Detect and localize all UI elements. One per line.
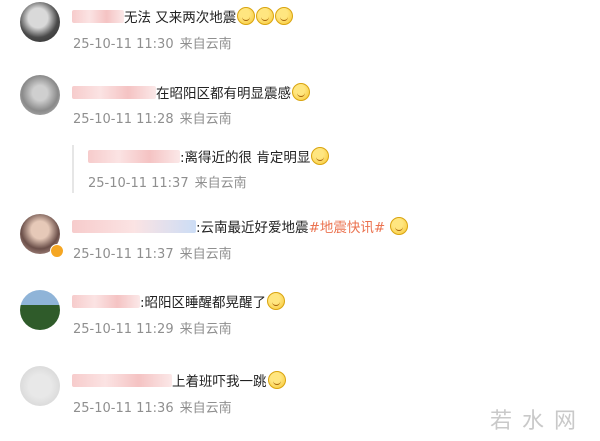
comment-text: :云南最近好爱地震	[196, 220, 309, 236]
avatar[interactable]	[20, 366, 60, 406]
comment-text-line: :云南最近好爱地震#地震快讯#	[72, 217, 409, 237]
comment-meta: 25-10-11 11:29 来自云南	[73, 321, 232, 339]
reply-text-line: :离得近的很 肯定明显	[88, 147, 330, 167]
comment-time: 25-10-11 11:36	[73, 401, 174, 416]
emoji-icon	[256, 7, 275, 25]
comment-text-line: :昭阳区睡醒都晃醒了	[72, 292, 286, 312]
comment-text: 无法 又来两次地震	[124, 10, 237, 26]
blurred-username	[88, 150, 180, 163]
blurred-username	[72, 86, 156, 99]
avatar[interactable]	[20, 290, 60, 330]
emoji-icon	[311, 147, 330, 165]
comment-location: 来自云南	[179, 322, 232, 337]
reply-text: :离得近的很 肯定明显	[180, 150, 311, 166]
reply-indent-bar	[72, 145, 74, 193]
blurred-username	[72, 220, 196, 233]
hashtag-link[interactable]: #地震快讯#	[309, 220, 386, 236]
comment-text-line: 在昭阳区都有明显震感	[72, 83, 310, 103]
comment-time: 25-10-11 11:29	[73, 322, 174, 337]
comment-text: 上着班吓我一跳	[172, 374, 267, 390]
comment-meta: 25-10-11 11:36 来自云南	[73, 400, 232, 418]
comment-location: 来自云南	[179, 401, 232, 416]
comment-meta: 25-10-11 11:28 来自云南	[73, 111, 232, 129]
emoji-icon	[267, 371, 286, 389]
comment-text-line: 无法 又来两次地震	[72, 7, 294, 27]
emoji-icon	[292, 83, 310, 101]
comment-location: 来自云南	[179, 112, 232, 127]
avatar[interactable]	[20, 75, 60, 115]
comment-text: 在昭阳区都有明显震感	[156, 86, 291, 102]
comment-text: :昭阳区睡醒都晃醒了	[140, 295, 267, 311]
comment-text-line: 上着班吓我一跳	[72, 371, 286, 391]
comment-meta: 25-10-11 11:30 来自云南	[73, 36, 232, 54]
comment-time: 25-10-11 11:30	[73, 37, 174, 52]
comment-time: 25-10-11 11:28	[73, 112, 174, 127]
reply-time: 25-10-11 11:37	[88, 176, 189, 191]
comment-time: 25-10-11 11:37	[73, 247, 174, 262]
blurred-username	[72, 295, 140, 308]
comment-meta: 25-10-11 11:37 来自云南	[73, 246, 232, 264]
reply-meta: 25-10-11 11:37 来自云南	[88, 175, 247, 193]
emoji-icon	[275, 7, 294, 25]
avatar[interactable]	[20, 2, 60, 42]
comment-location: 来自云南	[179, 37, 232, 52]
comment-location: 来自云南	[179, 247, 232, 262]
site-watermark: 若水网	[489, 409, 586, 434]
blurred-username	[72, 10, 124, 23]
emoji-icon	[267, 292, 286, 310]
blurred-username	[72, 374, 172, 387]
emoji-icon	[390, 217, 409, 235]
verified-badge-icon	[50, 244, 64, 258]
emoji-icon	[237, 7, 256, 25]
reply-location: 来自云南	[194, 176, 247, 191]
